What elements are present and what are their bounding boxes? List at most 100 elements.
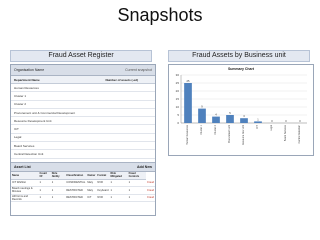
- department-name[interactable]: Board Services: [11, 141, 103, 151]
- asset-cell: 1: [127, 194, 147, 203]
- asset-cell: CONFIDENTIAL: [65, 179, 87, 188]
- data-label: 0: [271, 119, 273, 123]
- asset-column-header[interactable]: Owner: [86, 171, 97, 180]
- add-new-button[interactable]: Add New: [137, 163, 152, 171]
- department-name[interactable]: Procurement unit & Commercial Developmen…: [11, 108, 103, 118]
- x-tick-label: Legal: [270, 125, 273, 131]
- bar: [184, 83, 192, 123]
- data-label: 0: [285, 119, 287, 123]
- department-row[interactable]: Cluster 2: [11, 100, 155, 109]
- register-header-title: Organisation Name: [14, 68, 45, 72]
- bar: [212, 116, 220, 123]
- asset-list-header: Asset List Add New: [11, 161, 155, 172]
- fraud-asset-register-panel: Organisation Name Current snapshot Depar…: [10, 64, 156, 216]
- data-label: 9: [201, 105, 203, 109]
- slide-title: Snapshots: [117, 5, 203, 25]
- asset-cell: 1: [109, 194, 128, 203]
- asset-table: Name Count Of Role Ability Classification Ow…: [11, 171, 155, 203]
- department-name[interactable]: ICT: [11, 124, 103, 134]
- dept-column-name: Department Name: [11, 76, 103, 84]
- data-label: 1: [257, 117, 259, 121]
- bar: [240, 118, 248, 123]
- asset-cell: 1: [38, 179, 51, 188]
- data-label: 3: [243, 114, 245, 118]
- y-tick-label: 10: [176, 105, 180, 109]
- bar: [198, 108, 206, 123]
- asset-column-header[interactable]: Classification: [65, 171, 87, 180]
- y-tick-label: 30: [176, 73, 180, 77]
- register-header: Organisation Name Current snapshot: [11, 65, 155, 76]
- department-name[interactable]: Resource Development Unit: [11, 116, 103, 126]
- department-count: [102, 100, 155, 109]
- department-count: [102, 108, 155, 118]
- x-tick-label: Cluster 1: [200, 124, 203, 134]
- x-tick-label: Human Resources: [186, 124, 189, 145]
- data-label: 0: [299, 119, 301, 123]
- department-name[interactable]: Human Resources: [11, 83, 103, 93]
- asset-cell: 1: [127, 186, 147, 195]
- data-label: 4: [215, 113, 217, 117]
- bar: [254, 121, 262, 123]
- bar: [226, 115, 234, 123]
- asset-cell: 1: [50, 179, 66, 188]
- department-row[interactable]: Board Services: [11, 141, 155, 151]
- asset-list-title: Asset List: [14, 164, 31, 169]
- asset-cell: RESTRICTED: [65, 194, 87, 203]
- asset-cell: Keyboard: [96, 186, 110, 195]
- asset-cell: 1: [50, 186, 66, 195]
- x-tick-label: Central Detection: [298, 124, 301, 143]
- x-tick-label: ICT: [256, 124, 259, 128]
- data-label: 25: [187, 79, 190, 83]
- asset-cell: 1: [38, 194, 51, 203]
- asset-column-header[interactable]: Fraud Controls: [127, 171, 147, 180]
- asset-column-header[interactable]: Name: [11, 171, 39, 180]
- asset-cell: 1: [109, 179, 128, 188]
- department-count: [102, 149, 155, 159]
- asset-cell: HR forms and Records: [11, 194, 39, 203]
- asset-cell: 1: [109, 186, 128, 195]
- register-header-snapshot[interactable]: Current snapshot: [125, 65, 152, 75]
- x-tick-label: Cluster 2: [214, 124, 217, 134]
- x-tick-label: Resource Dev Unit: [242, 125, 245, 145]
- fraud-asset-register-caption: Fraud Asset Register: [10, 50, 152, 62]
- asset-cell: 1: [38, 186, 51, 195]
- asset-row[interactable]: Board meetings & Minutes 1 1 RESTRICTED Mary…: [11, 186, 155, 195]
- department-name[interactable]: Cluster 2: [11, 100, 103, 109]
- department-count: [102, 91, 155, 101]
- department-count: [102, 141, 155, 151]
- fraud-link[interactable]: Fraud: [146, 179, 155, 188]
- asset-column-header[interactable]: Format: [96, 171, 110, 180]
- asset-cell: 1: [127, 179, 147, 188]
- department-count: [102, 83, 155, 93]
- y-tick-label: 0: [177, 121, 179, 125]
- asset-row[interactable]: ICT Wishlist 1 1 CONFIDENTIAL Mary NVR 1 1 Fraud: [11, 179, 155, 188]
- chart-title: Summary Chart: [227, 67, 255, 71]
- department-row[interactable]: Legal: [11, 133, 155, 143]
- department-count: [102, 124, 155, 134]
- department-row[interactable]: Human Resources: [11, 83, 155, 93]
- fraud-link[interactable]: Fraud: [146, 194, 155, 203]
- fraud-link[interactable]: Fraud: [146, 186, 155, 195]
- department-row[interactable]: Central Detection Unit: [11, 149, 155, 159]
- fraud-assets-by-unit-caption: Fraud Assets by Business unit: [168, 50, 310, 62]
- department-name[interactable]: Cluster 1: [11, 91, 103, 101]
- y-tick-label: 5: [177, 113, 179, 117]
- asset-row[interactable]: HR forms and Records 1 1 RESTRICTED ICT NVR 1 1…: [11, 194, 155, 203]
- department-name[interactable]: Legal: [11, 133, 103, 143]
- department-row[interactable]: Resource Development Unit: [11, 116, 155, 126]
- dept-column-count: Number of assets (-ed): [102, 76, 155, 84]
- x-tick-label: Board Services: [284, 124, 287, 141]
- y-tick-label: 20: [176, 89, 180, 93]
- asset-column-header[interactable]: Role Ability: [50, 171, 66, 180]
- asset-cell: NVR: [96, 179, 110, 188]
- department-name[interactable]: Central Detection Unit: [11, 149, 103, 159]
- asset-column-header[interactable]: Count Of: [38, 171, 51, 180]
- asset-cell: NVR: [96, 194, 110, 203]
- fraud-assets-chart-panel: Summary Chart 0 5 10 15 20 25 30 25 Human Resour…: [168, 64, 314, 156]
- asset-cell: 1: [50, 194, 66, 203]
- department-row[interactable]: Procurement unit & Commercial Developmen…: [11, 108, 155, 118]
- asset-column-header[interactable]: Risk Mitigated: [109, 171, 128, 180]
- department-row[interactable]: Cluster 1: [11, 91, 155, 101]
- department-row[interactable]: ICT: [11, 124, 155, 134]
- summary-bar-chart: 05101520253025Human Resources9Cluster 14…: [176, 73, 307, 145]
